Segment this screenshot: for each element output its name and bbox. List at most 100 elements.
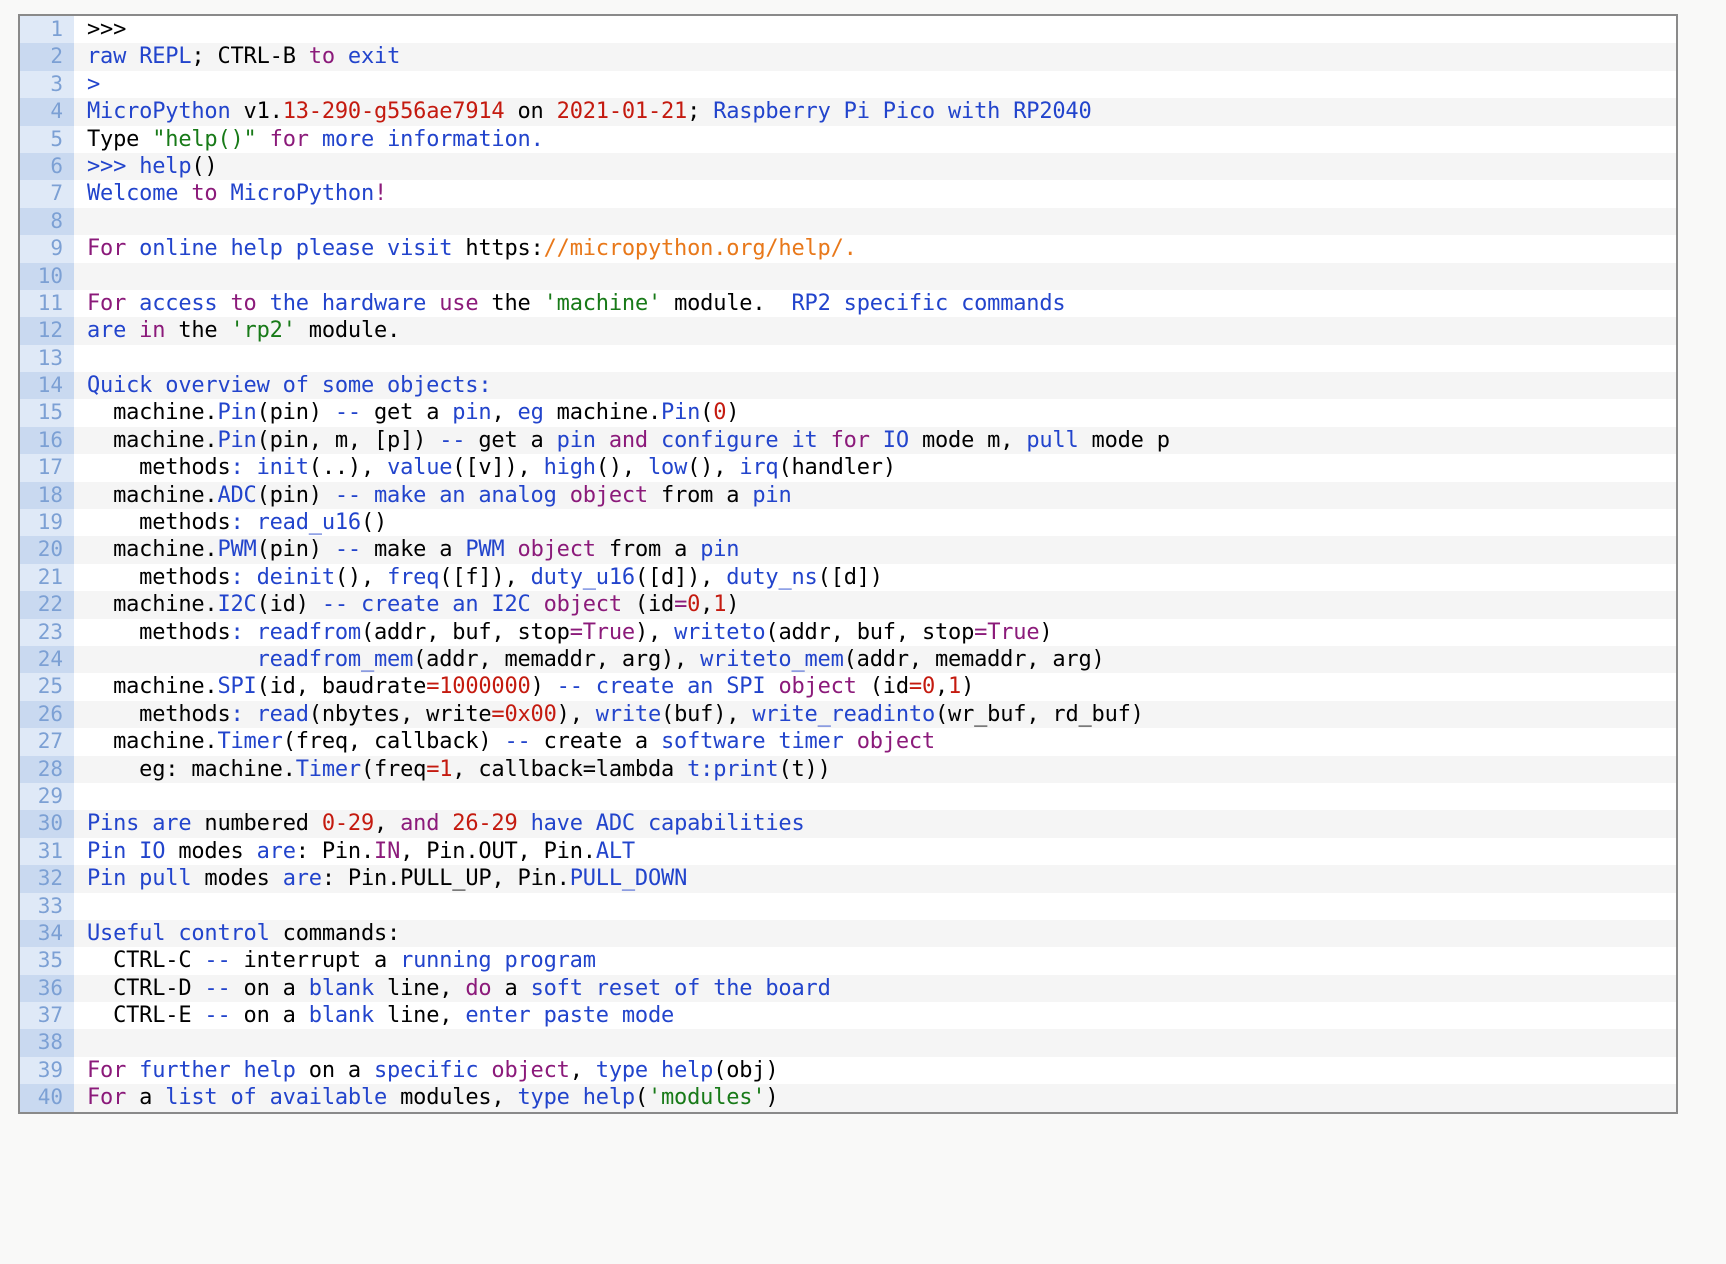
token: ( xyxy=(634,1085,648,1111)
token: machine. xyxy=(87,482,218,508)
terminal-line-text: Pin pull modes are: Pin.PULL_UP, Pin.PUL… xyxy=(74,865,1676,892)
terminal-line-text: Quick overview of some objects: xyxy=(74,372,1676,399)
token: 0 xyxy=(921,674,935,700)
terminal-line: 12 are in the 'rp2' module. xyxy=(20,317,1676,345)
token: modes xyxy=(191,866,283,892)
token: 26-29 xyxy=(452,811,518,837)
token: more xyxy=(308,126,375,152)
line-number: 1 xyxy=(20,16,74,44)
terminal-line-text: For online help please visit https://mic… xyxy=(74,235,1676,262)
token: object xyxy=(504,537,596,563)
token: blank xyxy=(308,1003,375,1029)
token: PULL_DOWN xyxy=(569,866,688,892)
token: high xyxy=(543,455,596,481)
token: the xyxy=(165,318,231,344)
token: : xyxy=(230,619,257,645)
terminal-line: 11 For access to the hardware use the 'ma… xyxy=(20,289,1676,318)
token: have ADC capabilities xyxy=(517,811,805,837)
line-number: 31 xyxy=(20,837,74,866)
token: : Pin.PULL_UP, Pin. xyxy=(321,866,570,892)
token: Pin pull xyxy=(87,866,192,892)
token: access xyxy=(126,290,218,316)
token: configure it xyxy=(647,427,818,453)
token: > xyxy=(87,71,101,97)
token: software timer xyxy=(661,729,857,755)
token: ; xyxy=(191,44,218,70)
terminal-line: 6 >>> help() xyxy=(20,152,1676,181)
token: -- xyxy=(556,674,583,700)
line-number: 27 xyxy=(20,728,74,756)
token: write_readinto xyxy=(752,701,935,727)
token: ALT xyxy=(595,838,635,864)
token: 'rp2' xyxy=(230,318,296,344)
token: pin xyxy=(700,537,740,563)
token: are xyxy=(256,838,296,864)
token: Raspberry Pi Pico with RP2040 xyxy=(713,99,1092,125)
line-number: 36 xyxy=(20,974,74,1003)
token: a xyxy=(126,1085,166,1111)
token: read xyxy=(256,701,309,727)
token: 0 xyxy=(687,592,701,618)
line-number: 20 xyxy=(20,536,74,564)
line-number: 18 xyxy=(20,481,74,510)
token: ) xyxy=(961,674,975,700)
token: (handler) xyxy=(778,455,896,481)
token: pull xyxy=(1026,427,1079,453)
line-number: 11 xyxy=(20,289,74,318)
token: ) xyxy=(530,674,557,700)
token: >>> xyxy=(87,153,140,179)
token: module. xyxy=(295,318,401,344)
token: t: xyxy=(674,756,714,782)
token: methods xyxy=(87,455,231,481)
token: (freq, callback) xyxy=(282,729,505,755)
token: list of available xyxy=(165,1085,388,1111)
token: 1 xyxy=(439,756,453,782)
token: 0-29 xyxy=(321,811,375,837)
token: I2C xyxy=(217,592,257,618)
line-number: 19 xyxy=(20,509,74,537)
token: Welcome xyxy=(87,181,179,207)
token: -- xyxy=(204,948,231,974)
token: eg xyxy=(517,400,544,426)
line-number: 6 xyxy=(20,152,74,181)
token: pin xyxy=(452,400,492,426)
token: 0 xyxy=(713,400,727,426)
terminal-line-text: Type "help()" for more information. xyxy=(74,126,1676,153)
token: methods xyxy=(87,701,231,727)
token: (id, baudrate xyxy=(256,674,427,700)
token: = xyxy=(426,756,440,782)
token: modules, xyxy=(387,1085,518,1111)
token: -- xyxy=(334,400,361,426)
token: lambda xyxy=(595,756,675,782)
token: enter paste mode xyxy=(465,1003,675,1029)
terminal-line: 8 xyxy=(20,207,1676,236)
token: -- xyxy=(334,537,361,563)
token: 1 xyxy=(713,592,727,618)
terminal-line: 33 xyxy=(20,892,1676,920)
line-number: 25 xyxy=(20,673,74,701)
terminal-line: 21 methods: deinit(), freq([f]), duty_u1… xyxy=(20,563,1676,592)
line-number: 14 xyxy=(20,372,74,400)
token: get a xyxy=(360,400,453,426)
token: running program xyxy=(400,948,596,974)
token: (pin) xyxy=(256,400,335,426)
token: object xyxy=(491,1057,570,1083)
token: MicroPython xyxy=(87,99,231,125)
token: , xyxy=(700,592,714,618)
code-block: 1 >>> 2 raw REPL; CTRL-B to exit 3 >4 MicroPyt… xyxy=(18,14,1678,1114)
token: ([f]), xyxy=(439,564,531,590)
terminal-line-text: machine.PWM(pin) -- make a PWM object fr… xyxy=(74,536,1676,563)
line-number: 29 xyxy=(20,782,74,811)
terminal-line-text xyxy=(74,1029,1676,1056)
terminal-line-text: methods: readfrom(addr, buf, stop=True),… xyxy=(74,619,1676,646)
token: True xyxy=(582,619,635,645)
token: True xyxy=(987,619,1040,645)
terminal-line: 2 raw REPL; CTRL-B to exit xyxy=(20,43,1676,71)
token: MicroPython xyxy=(217,181,375,207)
terminal-line-text: are in the 'rp2' module. xyxy=(74,317,1676,344)
token: ), xyxy=(634,619,675,645)
token: - xyxy=(360,99,375,125)
token: and xyxy=(595,427,648,453)
token: machine. xyxy=(87,427,218,453)
